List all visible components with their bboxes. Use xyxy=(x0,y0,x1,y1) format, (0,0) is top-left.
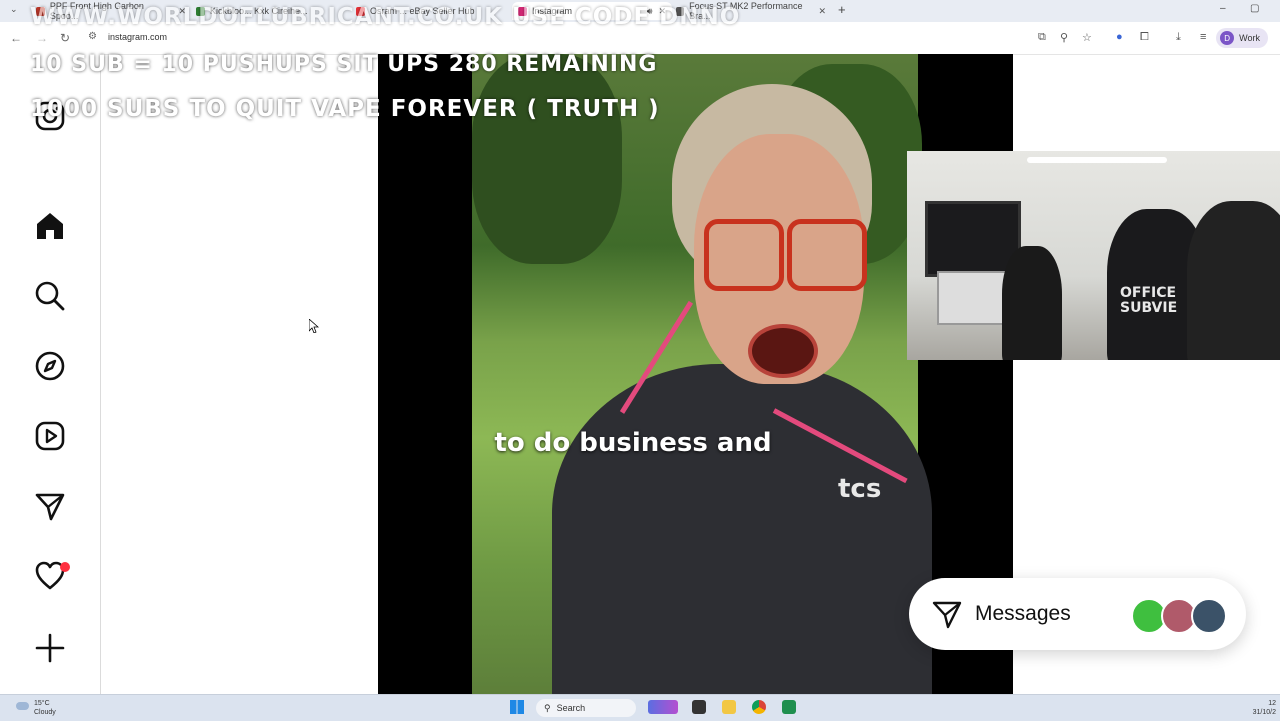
messages-label: Messages xyxy=(975,602,1071,625)
avatar xyxy=(1191,598,1227,634)
mouse-cursor-icon xyxy=(309,319,319,333)
forward-arrow-icon[interactable]: → xyxy=(36,31,48,45)
extensions-puzzle-icon[interactable]: ⧠ xyxy=(1140,31,1149,44)
glasses-lens xyxy=(704,219,784,291)
taskbar-search[interactable]: ⚲ Search xyxy=(536,699,636,717)
glasses-lens xyxy=(787,219,867,291)
background-tree xyxy=(472,54,622,264)
task-view-icon[interactable] xyxy=(692,700,706,714)
reels-icon[interactable] xyxy=(34,420,66,452)
tab-list-chevron-icon[interactable]: ⌄ xyxy=(10,4,18,15)
stream-overlay-line-3: 1000 SUBS TO QUIT VAPE FOREVER ( TRUTH ) xyxy=(30,96,660,122)
coat xyxy=(1187,201,1280,360)
download-icon[interactable]: ⤓ xyxy=(1176,31,1181,44)
url-field[interactable]: instagram.com xyxy=(108,32,167,42)
extension-icon[interactable]: ● xyxy=(1116,31,1123,43)
explore-icon[interactable] xyxy=(34,350,66,382)
search-icon: ⚲ xyxy=(544,702,551,713)
instagram-sidebar xyxy=(0,54,101,694)
minimize-window-icon[interactable]: – xyxy=(1220,3,1226,14)
create-icon[interactable] xyxy=(34,632,66,664)
notification-badge xyxy=(60,562,70,572)
app-icon[interactable] xyxy=(782,700,796,714)
profile-button[interactable]: D Work xyxy=(1216,28,1268,48)
messages-button[interactable]: Messages xyxy=(909,578,1246,650)
messages-icon[interactable] xyxy=(34,490,66,522)
jacket-logo: tcs xyxy=(838,474,882,504)
new-tab-button[interactable]: + xyxy=(838,2,846,17)
weather-temp: 15°C xyxy=(34,700,50,707)
zoom-icon[interactable]: ⚲ xyxy=(1060,31,1068,44)
widgets-icon[interactable] xyxy=(648,700,678,714)
home-icon[interactable] xyxy=(34,210,66,242)
stream-overlay-line-1: WWW.WORLDOFLUBRICANT.CO.UK USE CODE DNNO xyxy=(30,4,741,30)
clock-time: 12 xyxy=(1268,700,1276,707)
bookmark-star-icon[interactable]: ☆ xyxy=(1082,31,1092,44)
jacket xyxy=(552,364,932,694)
weather-desc: Cloudy xyxy=(34,709,56,716)
windows-start-icon[interactable] xyxy=(510,700,524,714)
cast-icon[interactable]: ⧉ xyxy=(1038,31,1046,44)
webcam-overlay: OFFICE SUBVIE xyxy=(907,151,1280,360)
site-info-icon[interactable]: ⚙ xyxy=(88,31,97,42)
reading-list-icon[interactable]: ≡ xyxy=(1200,31,1206,43)
search-icon[interactable] xyxy=(34,280,66,312)
windows-taskbar: 15°C Cloudy ⚲ Search 12 31/10/2 xyxy=(0,694,1280,721)
reload-icon[interactable]: ↻ xyxy=(60,31,70,45)
hoodie-print: OFFICE SUBVIE xyxy=(1120,285,1178,316)
send-icon xyxy=(932,601,962,629)
weather-widget[interactable]: 15°C Cloudy xyxy=(34,699,56,717)
mouth xyxy=(748,324,818,378)
maximize-window-icon[interactable]: ▢ xyxy=(1250,3,1259,14)
file-explorer-icon[interactable] xyxy=(722,700,736,714)
close-tab-icon[interactable]: ✕ xyxy=(818,6,826,17)
video-frame: tcs xyxy=(472,54,932,694)
profile-label: Work xyxy=(1239,33,1260,43)
cloud-icon xyxy=(16,702,29,710)
chrome-icon[interactable] xyxy=(752,700,766,714)
system-clock[interactable]: 12 31/10/2 xyxy=(1253,699,1276,717)
ceiling-light xyxy=(1027,157,1167,163)
stream-overlay-line-2: 10 SUB = 10 PUSHUPS SIT UPS 280 REMAININ… xyxy=(30,52,658,77)
clock-date: 31/10/2 xyxy=(1252,709,1276,716)
back-arrow-icon[interactable]: ← xyxy=(10,31,22,45)
reel-caption: to do business and xyxy=(494,428,772,458)
search-label: Search xyxy=(556,703,586,713)
jacket-on-chair xyxy=(1002,246,1062,360)
avatar: D xyxy=(1220,31,1235,45)
